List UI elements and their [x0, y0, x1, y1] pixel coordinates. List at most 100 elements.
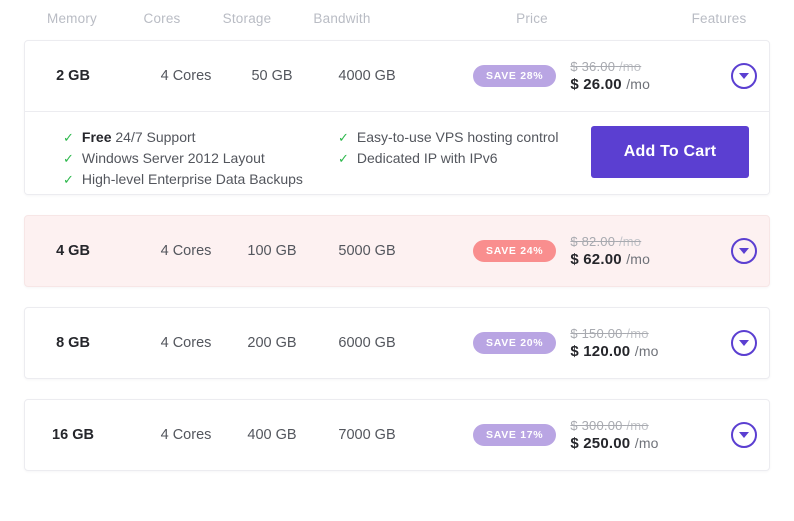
- plan-storage: 100 GB: [247, 243, 297, 259]
- check-icon: ✓: [63, 130, 74, 145]
- old-price-period: /mo: [626, 326, 649, 341]
- price-values: $ 82.00 /mo $ 62.00 /mo: [570, 234, 650, 268]
- plan-memory: 8 GB: [56, 335, 90, 351]
- current-price: $ 26.00 /mo: [570, 76, 650, 93]
- feature-item: ✓ High-level Enterprise Data Backups: [63, 169, 303, 190]
- current-price-amount: $ 120.00: [570, 343, 631, 360]
- price-block: SAVE 20% $ 150.00 /mo $ 120.00 /mo: [473, 326, 659, 360]
- current-price-amount: $ 250.00: [570, 435, 631, 452]
- price-block: SAVE 28% $ 36.00 /mo $ 26.00 /mo: [473, 59, 650, 93]
- plan-row[interactable]: 16 GB 4 Cores 400 GB 7000 GB SAVE 17% $ 300.0…: [25, 400, 769, 470]
- current-price-period: /mo: [626, 251, 651, 267]
- column-header-memory: Memory: [47, 11, 97, 26]
- save-badge: SAVE 24%: [473, 239, 557, 263]
- plan-cores: 4 Cores: [160, 68, 212, 84]
- save-badge: SAVE 17%: [473, 423, 557, 447]
- old-price-period: /mo: [618, 234, 642, 249]
- plan-row[interactable]: 2 GB 4 Cores 50 GB 4000 GB SAVE 28% $ 36.00 /…: [25, 41, 769, 112]
- plan-card: 8 GB 4 Cores 200 GB 6000 GB SAVE 20% $ 150.00…: [24, 307, 770, 379]
- save-badge: SAVE 28%: [473, 64, 557, 88]
- current-price: $ 62.00 /mo: [570, 251, 650, 268]
- save-badge: SAVE 20%: [473, 331, 557, 355]
- table-header-row: Memory Cores Storage Bandwith Price Feat…: [24, 0, 770, 40]
- old-price-period: /mo: [626, 418, 649, 433]
- column-header-price: Price: [516, 11, 548, 26]
- check-icon: ✓: [63, 172, 74, 187]
- plan-storage: 200 GB: [247, 335, 297, 351]
- check-icon: ✓: [338, 151, 349, 166]
- feature-label: Windows Server 2012 Layout: [82, 148, 265, 169]
- plan-storage: 400 GB: [247, 427, 297, 443]
- price-block: SAVE 24% $ 82.00 /mo $ 62.00 /mo: [473, 234, 650, 268]
- current-price-period: /mo: [626, 76, 651, 92]
- old-price: $ 82.00 /mo: [570, 234, 650, 249]
- old-price: $ 36.00 /mo: [570, 59, 650, 74]
- column-header-features: Features: [691, 11, 747, 26]
- features-panel: ✓ Free 24/7 Support ✓ Windows Server 2012 L…: [25, 112, 769, 194]
- chevron-down-circle-icon[interactable]: [731, 63, 757, 89]
- column-header-storage: Storage: [222, 11, 272, 26]
- old-price-amount: $ 36.00: [570, 59, 616, 74]
- plan-cores: 4 Cores: [160, 335, 212, 351]
- plan-memory: 2 GB: [56, 68, 90, 84]
- current-price-period: /mo: [634, 435, 659, 451]
- current-price: $ 250.00 /mo: [570, 435, 658, 452]
- feature-label-text: High-level Enterprise Data Backups: [81, 171, 303, 187]
- feature-item: ✓ Windows Server 2012 Layout: [63, 148, 303, 169]
- feature-column: ✓ Easy-to-use VPS hosting control ✓ Dedicat…: [338, 127, 558, 169]
- feature-label-text: Windows Server 2012 Layout: [81, 150, 265, 166]
- caret-down-icon: [739, 73, 749, 79]
- price-values: $ 150.00 /mo $ 120.00 /mo: [570, 326, 658, 360]
- column-header-cores: Cores: [143, 11, 181, 26]
- plan-row[interactable]: 8 GB 4 Cores 200 GB 6000 GB SAVE 20% $ 150.00…: [25, 308, 769, 378]
- feature-item: ✓ Free 24/7 Support: [63, 127, 303, 148]
- old-price: $ 150.00 /mo: [570, 326, 658, 341]
- feature-column: ✓ Free 24/7 Support ✓ Windows Server 2012 L…: [63, 127, 303, 190]
- feature-label: Free 24/7 Support: [82, 127, 196, 148]
- current-price-period: /mo: [634, 343, 659, 359]
- old-price-amount: $ 82.00: [570, 234, 616, 249]
- old-price-amount: $ 300.00: [570, 418, 623, 433]
- column-header-bandwith: Bandwith: [313, 11, 371, 26]
- chevron-down-circle-icon[interactable]: [731, 330, 757, 356]
- current-price-amount: $ 62.00: [570, 251, 622, 268]
- old-price-amount: $ 150.00: [570, 326, 623, 341]
- caret-down-icon: [739, 340, 749, 346]
- feature-label: Dedicated IP with IPv6: [357, 148, 498, 169]
- plan-memory: 4 GB: [56, 243, 90, 259]
- plan-bandwith: 7000 GB: [338, 427, 396, 443]
- plan-card: 4 GB 4 Cores 100 GB 5000 GB SAVE 24% $ 82.00 …: [24, 215, 770, 287]
- plan-bandwith: 4000 GB: [338, 68, 396, 84]
- current-price: $ 120.00 /mo: [570, 343, 658, 360]
- feature-item: ✓ Easy-to-use VPS hosting control: [338, 127, 558, 148]
- plan-bandwith: 6000 GB: [338, 335, 396, 351]
- price-block: SAVE 17% $ 300.00 /mo $ 250.00 /mo: [473, 418, 659, 452]
- current-price-amount: $ 26.00: [570, 76, 622, 93]
- feature-label: Easy-to-use VPS hosting control: [357, 127, 559, 148]
- add-to-cart-button[interactable]: Add To Cart: [591, 126, 749, 178]
- feature-label-text: 24/7 Support: [111, 129, 196, 145]
- price-values: $ 36.00 /mo $ 26.00 /mo: [570, 59, 650, 93]
- feature-item: ✓ Dedicated IP with IPv6: [338, 148, 558, 169]
- plan-card: 16 GB 4 Cores 400 GB 7000 GB SAVE 17% $ 300.0…: [24, 399, 770, 471]
- chevron-down-circle-icon[interactable]: [731, 422, 757, 448]
- caret-down-icon: [739, 432, 749, 438]
- check-icon: ✓: [338, 130, 349, 145]
- plan-row[interactable]: 4 GB 4 Cores 100 GB 5000 GB SAVE 24% $ 82.00 …: [25, 216, 769, 286]
- feature-label-text: Dedicated IP with IPv6: [356, 150, 498, 166]
- pricing-table: Memory Cores Storage Bandwith Price Feat…: [0, 0, 794, 471]
- plan-bandwith: 5000 GB: [338, 243, 396, 259]
- feature-label-text: Easy-to-use VPS hosting control: [356, 129, 559, 145]
- price-values: $ 300.00 /mo $ 250.00 /mo: [570, 418, 658, 452]
- plan-card: 2 GB 4 Cores 50 GB 4000 GB SAVE 28% $ 36.00 /…: [24, 40, 770, 195]
- chevron-down-circle-icon[interactable]: [731, 238, 757, 264]
- feature-label: High-level Enterprise Data Backups: [82, 169, 303, 190]
- old-price-period: /mo: [618, 59, 642, 74]
- plan-list: 2 GB 4 Cores 50 GB 4000 GB SAVE 28% $ 36.00 /…: [0, 40, 794, 471]
- plan-cores: 4 Cores: [160, 427, 212, 443]
- plan-cores: 4 Cores: [160, 243, 212, 259]
- plan-memory: 16 GB: [52, 427, 94, 443]
- old-price: $ 300.00 /mo: [570, 418, 658, 433]
- plan-storage: 50 GB: [251, 68, 293, 84]
- feature-label-emphasis: Free: [81, 129, 112, 145]
